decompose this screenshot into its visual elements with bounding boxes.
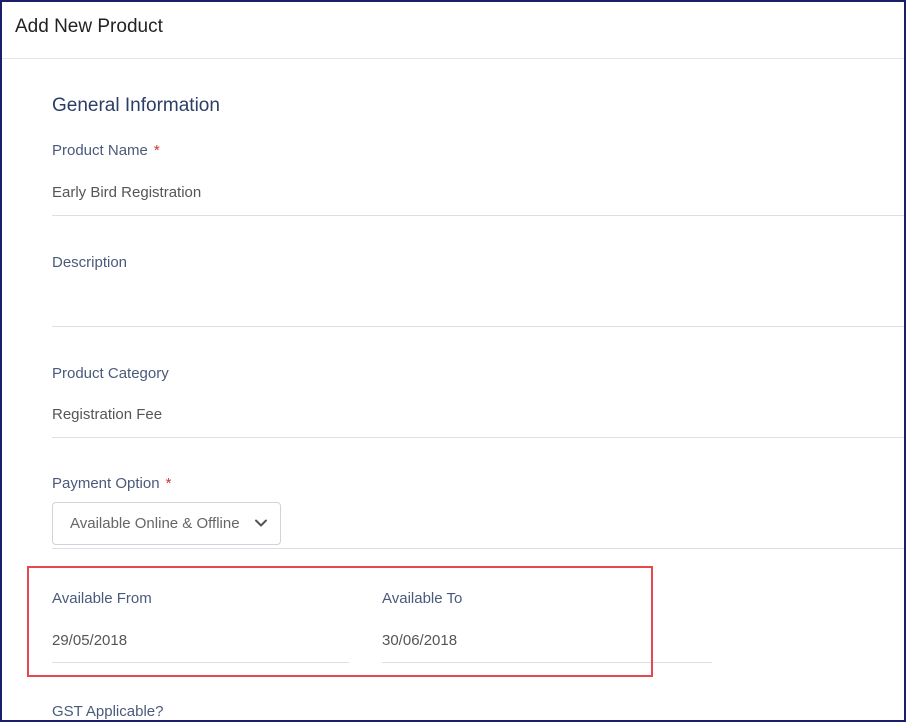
product-name-label: Product Name * [52,142,160,159]
payment-option-underline [52,548,906,549]
page-header: Add New Product [2,2,906,59]
product-name-field[interactable]: Product Name * Early Bird Registration [52,138,906,218]
product-category-value[interactable]: Registration Fee [52,406,162,423]
product-name-label-text: Product Name [52,142,148,159]
page-title: Add New Product [15,16,163,37]
product-form-window: Add New Product General Information Prod… [0,0,906,722]
product-name-underline [52,215,906,216]
product-category-underline [52,437,906,438]
date-range-highlight [27,566,653,677]
gst-applicable-field: GST Applicable? [52,702,352,722]
payment-option-label: Payment Option * [52,475,171,492]
description-field[interactable]: Description [52,249,906,329]
description-underline [52,326,906,327]
required-marker: * [153,142,160,159]
chevron-down-icon [255,519,267,527]
required-marker: * [165,475,172,492]
gst-applicable-label: GST Applicable? [52,703,164,720]
payment-option-label-text: Payment Option [52,475,160,492]
product-category-field[interactable]: Product Category Registration Fee [52,360,906,440]
product-name-value[interactable]: Early Bird Registration [52,184,201,201]
description-label: Description [52,254,128,271]
payment-option-select[interactable]: Available Online & Offline [52,502,281,545]
product-category-label: Product Category [52,365,169,382]
section-title: General Information [52,95,220,116]
payment-option-selected: Available Online & Offline [70,515,240,532]
